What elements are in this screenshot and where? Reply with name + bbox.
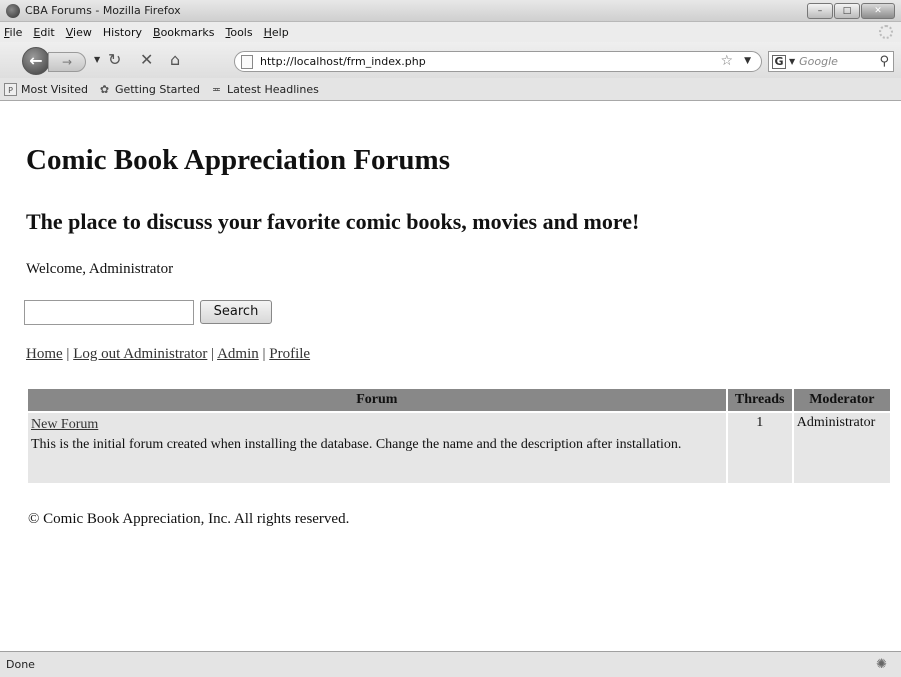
menu-bookmarks-mnemonic: B [153, 25, 161, 39]
forward-button[interactable]: → [48, 52, 86, 72]
menu-tools-label: ools [230, 25, 253, 39]
bookmark-label: Latest Headlines [227, 82, 319, 96]
logout-link[interactable]: Log out Administrator [73, 346, 207, 362]
minimize-button[interactable]: – [807, 3, 833, 19]
status-bar: Done ✺ [0, 651, 901, 677]
nav-separator: | [66, 346, 70, 362]
nav-separator: | [262, 346, 266, 362]
history-dropdown-icon[interactable]: ▼ [94, 55, 100, 64]
menu-edit[interactable]: Edit [33, 26, 54, 39]
menu-bar: File Edit View History Bookmarks Tools H… [0, 22, 901, 42]
menu-file-label: ile [9, 25, 23, 39]
welcome-message: Welcome, Administrator [26, 261, 174, 277]
menu-view[interactable]: View [66, 26, 92, 39]
table-row: New Forum This is the initial forum crea… [28, 413, 890, 483]
addon-status-icon: ✺ [876, 657, 887, 672]
page-subtitle: The place to discuss your favorite comic… [26, 209, 640, 234]
search-engine-icon[interactable]: G [772, 54, 786, 69]
menu-view-label: iew [73, 25, 92, 39]
bookmark-most-visited[interactable]: P Most Visited [4, 82, 88, 96]
forum-description: This is the initial forum created when i… [31, 437, 682, 452]
user-nav-links: Home | Log out Administrator | Admin | P… [26, 346, 310, 363]
moderator-name: Administrator [793, 413, 890, 483]
activity-throbber-icon [879, 25, 893, 39]
back-button[interactable]: ← [22, 47, 50, 75]
bookmark-getting-started[interactable]: ✿ Getting Started [98, 83, 200, 96]
search-button[interactable]: Search [200, 300, 272, 324]
forum-link[interactable]: New Forum [31, 417, 98, 432]
copyright-footer: © Comic Book Appreciation, Inc. All righ… [28, 511, 350, 527]
page-icon [241, 54, 253, 69]
reload-icon[interactable]: ↻ [108, 52, 121, 68]
window-titlebar: CBA Forums - Mozilla Firefox – □ ✕ [0, 0, 901, 22]
stop-icon[interactable]: ✕ [140, 52, 153, 68]
most-visited-icon: P [4, 82, 17, 96]
url-bar[interactable]: http://localhost/frm_index.php ☆ ▼ [234, 51, 762, 72]
forum-table: Forum Threads Moderator New Forum This i… [26, 387, 892, 485]
navigation-toolbar: ← → ▼ ↻ ✕ ⌂ http://localhost/frm_index.p… [0, 42, 901, 78]
magnifier-icon[interactable]: ⚲ [879, 54, 889, 69]
profile-link[interactable]: Profile [269, 346, 310, 362]
close-button[interactable]: ✕ [861, 3, 895, 19]
maximize-button[interactable]: □ [834, 3, 860, 19]
window-controls: – □ ✕ [807, 3, 895, 19]
home-link[interactable]: Home [26, 346, 63, 362]
forum-cell: New Forum This is the initial forum crea… [28, 413, 726, 483]
column-header-forum: Forum [28, 389, 726, 411]
web-search-box[interactable]: G ▼ Google ⚲ [768, 51, 894, 72]
admin-link[interactable]: Admin [217, 346, 259, 362]
menu-bookmarks[interactable]: Bookmarks [153, 26, 214, 39]
window-title: CBA Forums - Mozilla Firefox [25, 4, 181, 17]
menu-help-label: elp [271, 25, 289, 39]
table-header-row: Forum Threads Moderator [28, 389, 890, 411]
page-content: Comic Book Appreciation Forums The place… [0, 102, 901, 651]
column-header-moderator: Moderator [793, 389, 890, 411]
web-search-placeholder: Google [799, 55, 838, 68]
menu-history-first: H [102, 25, 112, 39]
bookmark-label: Getting Started [114, 82, 200, 96]
menu-view-mnemonic: V [65, 25, 74, 39]
menu-help[interactable]: Help [264, 26, 289, 39]
getting-started-icon: ✿ [99, 82, 110, 96]
forum-search-input[interactable] [24, 300, 194, 325]
bookmark-label: Most Visited [21, 82, 88, 96]
column-header-threads: Threads [727, 389, 792, 411]
menu-edit-label: dit [40, 25, 55, 39]
search-engine-dropdown-icon[interactable]: ▼ [789, 57, 795, 66]
bookmark-latest-headlines[interactable]: ≖ Latest Headlines [210, 83, 319, 96]
url-text[interactable]: http://localhost/frm_index.php [260, 55, 426, 68]
menu-file[interactable]: File [4, 26, 22, 39]
menu-history[interactable]: History [103, 26, 142, 39]
menu-help-mnemonic: H [263, 25, 272, 39]
firefox-logo-icon [6, 3, 20, 18]
rss-feed-icon: ≖ [211, 82, 222, 96]
menu-tools[interactable]: Tools [225, 26, 252, 39]
nav-separator: | [211, 346, 215, 362]
threads-count: 1 [727, 413, 792, 483]
url-dropdown-icon[interactable]: ▼ [744, 56, 751, 66]
menu-history-label: istory [111, 25, 143, 39]
home-icon[interactable]: ⌂ [170, 52, 180, 68]
menu-bookmarks-label: ookmarks [160, 25, 215, 39]
page-title: Comic Book Appreciation Forums [26, 144, 450, 176]
bookmark-star-icon[interactable]: ☆ [720, 53, 733, 69]
status-text: Done [6, 658, 35, 671]
bookmarks-toolbar: P Most Visited ✿ Getting Started ≖ Lates… [0, 78, 901, 101]
